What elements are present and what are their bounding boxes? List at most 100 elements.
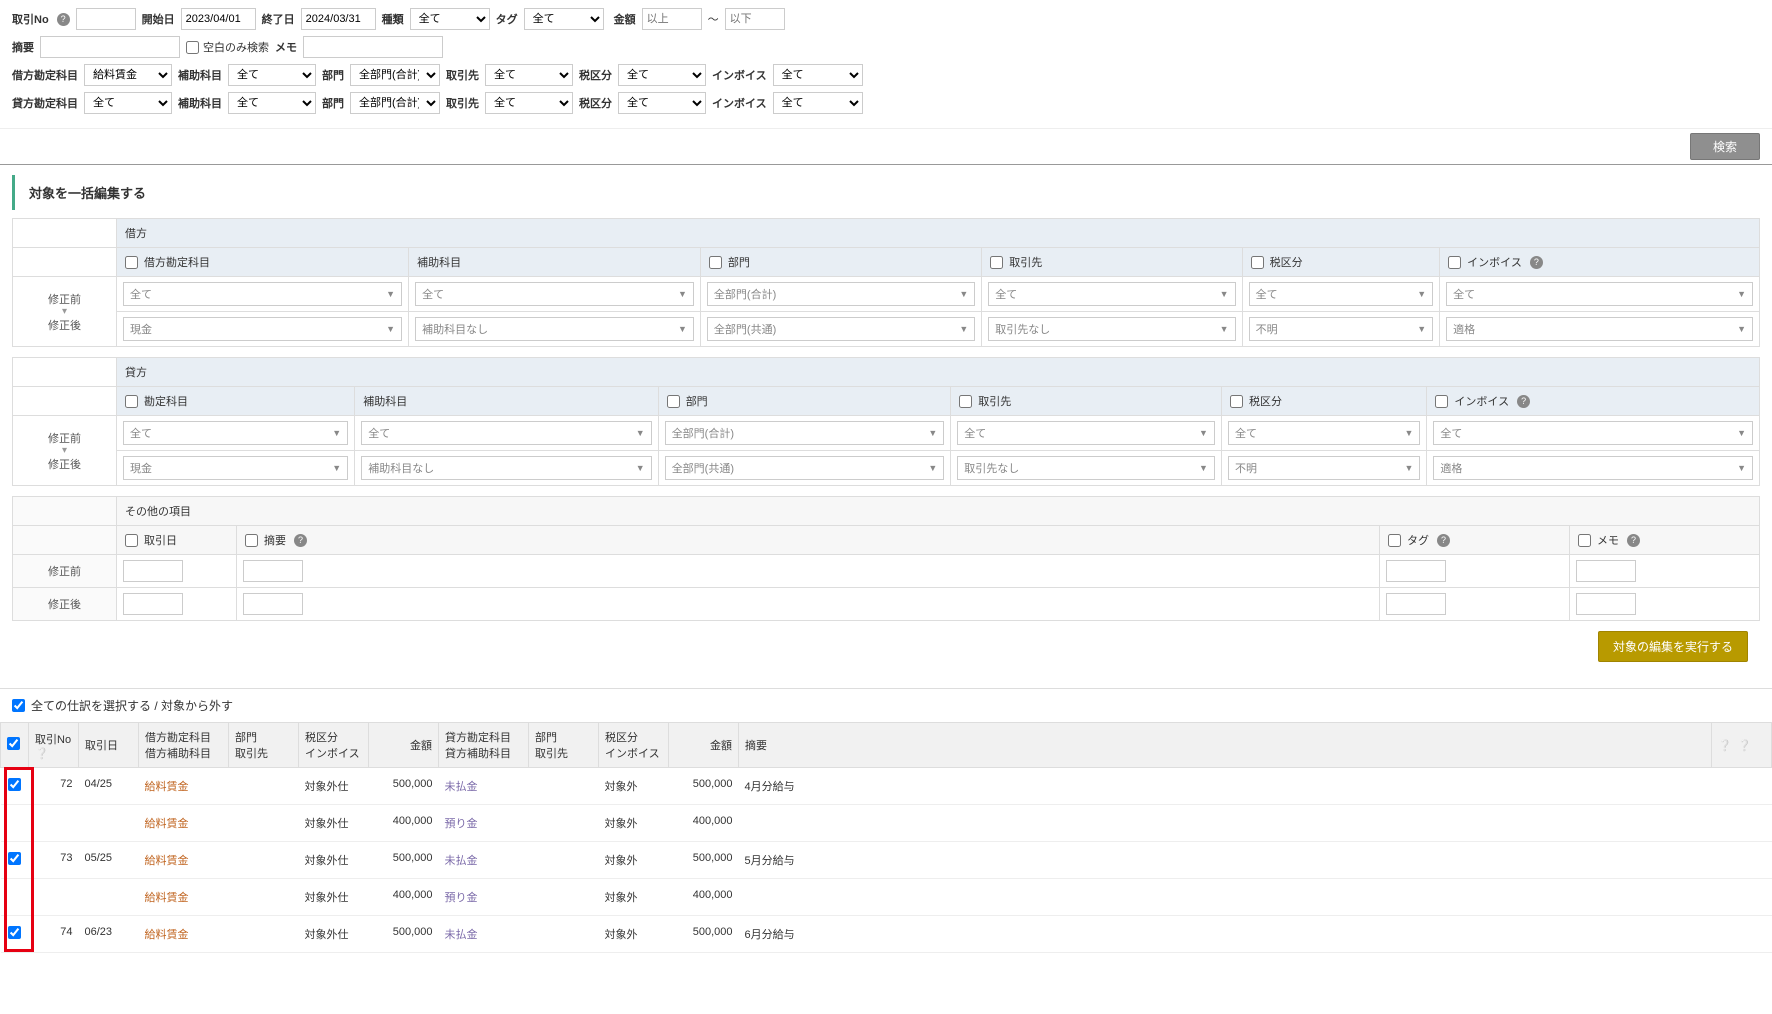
row-checkbox[interactable] — [8, 778, 21, 791]
credit-after-partner-select[interactable]: 取引先なし▼ — [957, 456, 1215, 480]
debit-account-link[interactable]: 給料賃金 — [145, 781, 189, 793]
execute-edit-button[interactable]: 対象の編集を実行する — [1598, 631, 1748, 662]
other-after-memo-input[interactable] — [1576, 593, 1636, 615]
credit-account-select[interactable]: 全て — [84, 92, 172, 114]
invoice-select-2[interactable]: 全て — [773, 92, 863, 114]
debit-before-partner-select[interactable]: 全て▼ — [988, 282, 1235, 306]
credit-before-tax-select[interactable]: 全て▼ — [1228, 421, 1420, 445]
debit-before-aux-select[interactable]: 全て▼ — [415, 282, 694, 306]
help-icon[interactable]: ❔ — [1738, 740, 1752, 752]
credit-invoice-check[interactable] — [1435, 395, 1448, 408]
amount-to-input[interactable] — [725, 8, 785, 30]
credit-after-aux-select[interactable]: 補助科目なし▼ — [361, 456, 651, 480]
debit-after-account-select[interactable]: 現金▼ — [123, 317, 402, 341]
blank-only-checkbox[interactable] — [186, 41, 199, 54]
other-after-tag-input[interactable] — [1386, 593, 1446, 615]
credit-partner-check[interactable] — [959, 395, 972, 408]
other-tag-check[interactable] — [1388, 534, 1401, 547]
other-before-memo-input[interactable] — [1576, 560, 1636, 582]
help-icon[interactable]: ? — [1530, 256, 1543, 269]
credit-tax-check[interactable] — [1230, 395, 1243, 408]
credit-after-dept-select[interactable]: 全部門(共通)▼ — [665, 456, 945, 480]
other-memo-check[interactable] — [1578, 534, 1591, 547]
tax-select-1[interactable]: 全て — [618, 64, 706, 86]
tag-select[interactable]: 全て — [524, 8, 604, 30]
chevron-down-icon: ▼ — [678, 324, 687, 334]
other-date-check[interactable] — [125, 534, 138, 547]
chevron-down-icon: ▼ — [1737, 428, 1746, 438]
credit-before-partner-select[interactable]: 全て▼ — [957, 421, 1215, 445]
dept-select-1[interactable]: 全部門(合計) — [350, 64, 440, 86]
help-icon[interactable]: ? — [294, 534, 307, 547]
debit-before-invoice-select[interactable]: 全て▼ — [1446, 282, 1753, 306]
chevron-down-icon: ▼ — [1199, 463, 1208, 473]
other-before-tag-input[interactable] — [1386, 560, 1446, 582]
credit-account-link[interactable]: 未払金 — [445, 855, 478, 867]
debit-account-check[interactable] — [125, 256, 138, 269]
invoice-select-1[interactable]: 全て — [773, 64, 863, 86]
credit-before-dept-select[interactable]: 全部門(合計)▼ — [665, 421, 945, 445]
start-date-input[interactable] — [181, 8, 256, 30]
help-icon[interactable]: ? — [57, 13, 70, 26]
aux-select-2[interactable]: 全て — [228, 92, 316, 114]
credit-after-account-select[interactable]: 現金▼ — [123, 456, 348, 480]
debit-after-invoice-select[interactable]: 適格▼ — [1446, 317, 1753, 341]
memo-label: メモ — [275, 39, 297, 55]
credit-before-account-select[interactable]: 全て▼ — [123, 421, 348, 445]
credit-account-link[interactable]: 預り金 — [445, 892, 478, 904]
debit-invoice-check[interactable] — [1448, 256, 1461, 269]
aux-select-1[interactable]: 全て — [228, 64, 316, 86]
other-after-summary-input[interactable] — [243, 593, 303, 615]
credit-after-invoice-select[interactable]: 適格▼ — [1433, 456, 1753, 480]
debit-partner-check[interactable] — [990, 256, 1003, 269]
memo-input[interactable] — [303, 36, 443, 58]
debit-after-aux-select[interactable]: 補助科目なし▼ — [415, 317, 694, 341]
debit-account-link[interactable]: 給料賃金 — [145, 855, 189, 867]
other-after-date-input[interactable] — [123, 593, 183, 615]
debit-before-dept-select[interactable]: 全部門(合計)▼ — [707, 282, 975, 306]
credit-before-aux-select[interactable]: 全て▼ — [361, 421, 651, 445]
debit-dept-check[interactable] — [709, 256, 722, 269]
search-button[interactable]: 検索 — [1690, 133, 1760, 160]
credit-dept-check[interactable] — [667, 395, 680, 408]
debit-account-link[interactable]: 給料賃金 — [145, 818, 189, 830]
help-icon[interactable]: ? — [1627, 534, 1640, 547]
chevron-down-icon: ▼ — [1220, 324, 1229, 334]
other-before-summary-input[interactable] — [243, 560, 303, 582]
section-title: 対象を一括編集する — [12, 175, 1760, 210]
credit-account-link[interactable]: 預り金 — [445, 818, 478, 830]
debit-after-tax-select[interactable]: 不明▼ — [1249, 317, 1434, 341]
txn-no-input[interactable] — [76, 8, 136, 30]
help-icon[interactable]: ❔ — [35, 748, 49, 760]
credit-account-check[interactable] — [125, 395, 138, 408]
debit-account-select[interactable]: 給料賃金 — [84, 64, 172, 86]
debit-before-account-select[interactable]: 全て▼ — [123, 282, 402, 306]
credit-after-tax-select[interactable]: 不明▼ — [1228, 456, 1420, 480]
help-icon[interactable]: ? — [1437, 534, 1450, 547]
debit-after-dept-select[interactable]: 全部門(共通)▼ — [707, 317, 975, 341]
tax-select-2[interactable]: 全て — [618, 92, 706, 114]
partner-select-1[interactable]: 全て — [485, 64, 573, 86]
credit-account-link[interactable]: 未払金 — [445, 781, 478, 793]
select-all-checkbox[interactable] — [12, 699, 25, 712]
dept-select-2[interactable]: 全部門(合計) — [350, 92, 440, 114]
amount-from-input[interactable] — [642, 8, 702, 30]
credit-before-invoice-select[interactable]: 全て▼ — [1433, 421, 1753, 445]
summary-input[interactable] — [40, 36, 180, 58]
debit-account-link[interactable]: 給料賃金 — [145, 929, 189, 941]
debit-tax-check[interactable] — [1251, 256, 1264, 269]
row-checkbox[interactable] — [8, 926, 21, 939]
help-icon[interactable]: ❔ — [1718, 740, 1732, 752]
partner-select-2[interactable]: 全て — [485, 92, 573, 114]
type-select[interactable]: 全て — [410, 8, 490, 30]
end-date-input[interactable] — [301, 8, 376, 30]
other-summary-check[interactable] — [245, 534, 258, 547]
debit-before-tax-select[interactable]: 全て▼ — [1249, 282, 1434, 306]
debit-after-partner-select[interactable]: 取引先なし▼ — [988, 317, 1235, 341]
debit-account-link[interactable]: 給料賃金 — [145, 892, 189, 904]
row-checkbox[interactable] — [8, 852, 21, 865]
help-icon[interactable]: ? — [1517, 395, 1530, 408]
header-checkbox[interactable] — [7, 737, 20, 750]
credit-account-link[interactable]: 未払金 — [445, 929, 478, 941]
other-before-date-input[interactable] — [123, 560, 183, 582]
